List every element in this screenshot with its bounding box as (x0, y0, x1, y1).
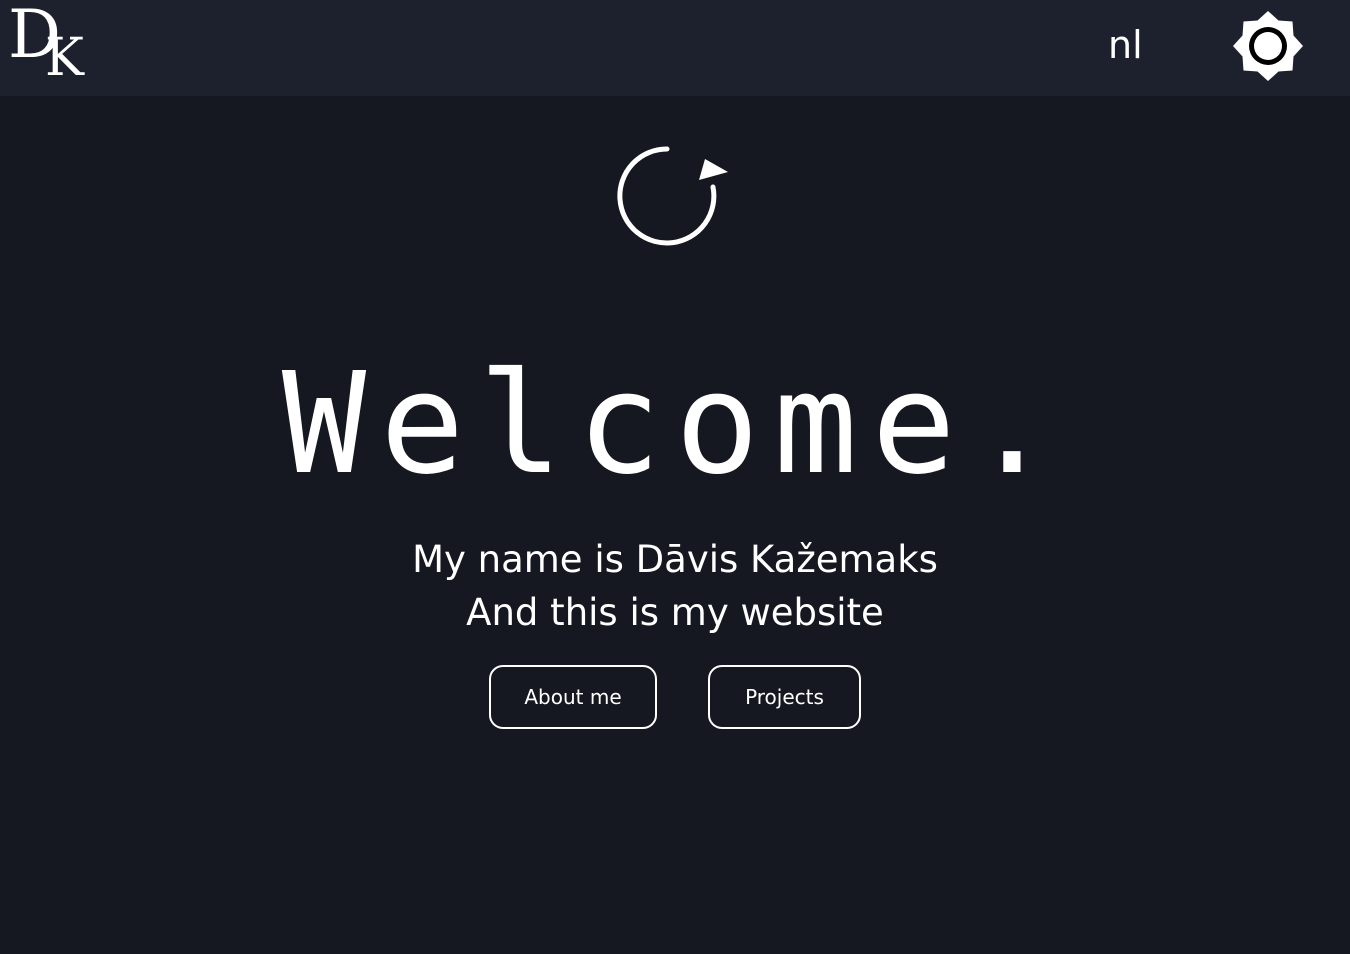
navbar: D K nl (0, 0, 1350, 96)
about-me-button[interactable]: About me (489, 665, 657, 729)
intro-website-line: And this is my website (466, 591, 884, 634)
welcome-heading: Welcome. (281, 343, 1069, 506)
brightness-icon (1233, 11, 1303, 81)
logo-letter-k: K (45, 28, 84, 88)
site-logo[interactable]: D K (8, 2, 88, 88)
theme-toggle-button[interactable] (1232, 10, 1304, 82)
page: D K nl Welcome. My name is Dāvis Kažemak… (0, 0, 1350, 954)
language-switch-link[interactable]: nl (1108, 20, 1143, 70)
projects-button[interactable]: Projects (708, 665, 861, 729)
reload-button[interactable] (615, 140, 733, 250)
intro-name-line: My name is Dāvis Kažemaks (412, 538, 938, 581)
reload-icon (617, 146, 728, 246)
